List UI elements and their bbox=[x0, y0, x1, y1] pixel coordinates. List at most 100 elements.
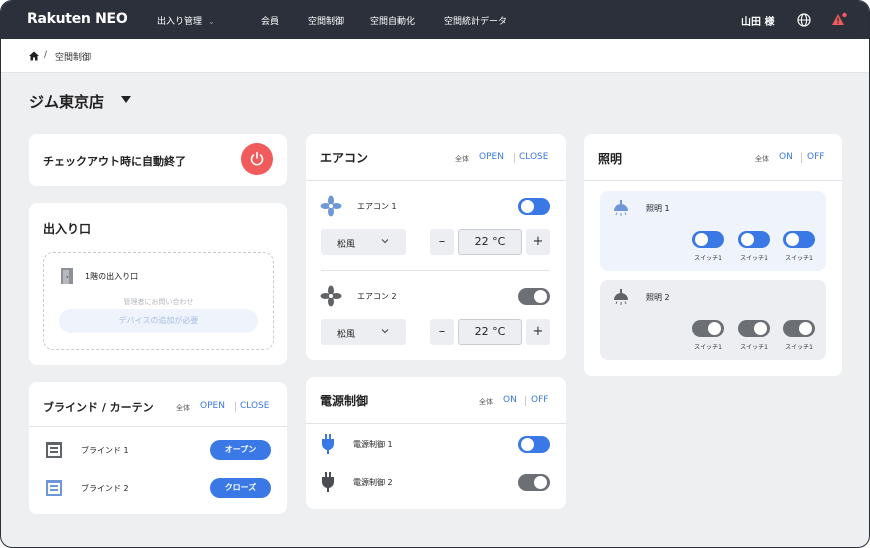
light-1-switch-3-toggle[interactable] bbox=[783, 231, 815, 248]
nav-item-access[interactable]: 出入り管理 ⌄ bbox=[157, 14, 215, 27]
home-icon[interactable] bbox=[29, 51, 39, 61]
chevron-down-icon: ⌄ bbox=[208, 17, 215, 26]
lamp-icon bbox=[614, 289, 628, 305]
aircon-1-temp-minus-button[interactable]: – bbox=[430, 229, 454, 255]
aircon-open-all-link[interactable]: OPEN bbox=[479, 152, 504, 162]
nav-item-label: 出入り管理 bbox=[157, 17, 203, 27]
aircon-title: エアコン bbox=[320, 151, 369, 165]
toggle-knob bbox=[786, 233, 799, 246]
lighting-all-label: 全体 bbox=[755, 155, 769, 163]
door-icon bbox=[61, 268, 73, 284]
plug-icon bbox=[322, 472, 334, 492]
power-icon bbox=[250, 151, 264, 166]
nav-item-space-control[interactable]: 空間制御 bbox=[308, 14, 344, 27]
chevron-down-icon bbox=[381, 239, 389, 244]
checkout-label: チェックアウト時に自動終了 bbox=[43, 155, 186, 168]
blinds-all-label: 全体 bbox=[176, 404, 190, 412]
door-label: 1階の出入り口 bbox=[85, 272, 139, 281]
add-device-button: デバイスの追加が必要 bbox=[59, 309, 258, 333]
aircon-2-temp-minus-button[interactable]: – bbox=[430, 319, 454, 345]
logo: Rakuten NEO bbox=[27, 11, 128, 27]
select-value: 松風 bbox=[337, 240, 356, 250]
entrance-title: 出入り口 bbox=[43, 222, 92, 236]
toggle-knob bbox=[741, 233, 754, 246]
power-2-label: 電源制御 2 bbox=[353, 478, 393, 487]
aircon-2-label: エアコン 2 bbox=[357, 292, 397, 301]
toggle-knob bbox=[534, 290, 547, 303]
aircon-1-mode-select[interactable]: 松風 bbox=[321, 229, 406, 255]
toggle-knob bbox=[695, 233, 708, 246]
light-1-switch-2-toggle[interactable] bbox=[738, 231, 770, 248]
aircon-all-label: 全体 bbox=[455, 155, 469, 163]
power-1-label: 電源制御 1 bbox=[353, 440, 393, 449]
aircon-1-temp-plus-button[interactable]: + bbox=[526, 229, 550, 255]
store-dropdown-caret-icon[interactable] bbox=[121, 96, 131, 103]
blind-2-label: ブラインド 2 bbox=[81, 484, 129, 493]
fan-icon bbox=[320, 285, 342, 307]
power-all-label: 全体 bbox=[479, 398, 493, 406]
divider bbox=[525, 396, 526, 406]
lighting-off-all-link[interactable]: OFF bbox=[807, 152, 824, 162]
power-1-toggle[interactable] bbox=[518, 436, 550, 453]
nav-item-space-automation[interactable]: 空間自動化 bbox=[370, 14, 415, 27]
switch-label: スイッチ1 bbox=[740, 255, 768, 262]
divider bbox=[584, 180, 842, 181]
blinds-close-all-link[interactable]: CLOSE bbox=[240, 401, 269, 411]
light-1-switch-1-toggle[interactable] bbox=[692, 231, 724, 248]
light-2-switch-2-toggle[interactable] bbox=[738, 320, 770, 337]
power-title: 電源制御 bbox=[320, 394, 369, 408]
aircon-1-label: エアコン 1 bbox=[357, 202, 397, 211]
aircon-1-temp-input[interactable]: 22 °C bbox=[458, 229, 522, 255]
toggle-knob bbox=[708, 322, 721, 335]
toggle-knob bbox=[521, 438, 534, 451]
select-value: 松風 bbox=[337, 330, 356, 340]
toggle-knob bbox=[534, 476, 547, 489]
lighting-on-all-link[interactable]: ON bbox=[779, 152, 793, 162]
aircon-close-all-link[interactable]: CLOSE bbox=[519, 152, 548, 162]
breadcrumb-separator: / bbox=[44, 50, 48, 60]
chevron-down-icon bbox=[381, 329, 389, 334]
auto-off-power-button[interactable] bbox=[241, 143, 273, 175]
app-window: Rakuten NEO 出入り管理 ⌄ 会員 空間制御 空間自動化 空間統計データ… bbox=[0, 0, 870, 548]
breadcrumb-current: 空間制御 bbox=[55, 53, 92, 63]
globe-icon[interactable] bbox=[797, 13, 811, 27]
top-nav-bar: Rakuten NEO 出入り管理 ⌄ 会員 空間制御 空間自動化 空間統計データ… bbox=[1, 1, 869, 39]
alert-icon[interactable] bbox=[831, 12, 847, 28]
blind-2-close-button[interactable]: クローズ bbox=[210, 478, 271, 498]
lighting-title: 照明 bbox=[598, 152, 623, 166]
switch-label: スイッチ1 bbox=[694, 255, 722, 262]
aircon-2-toggle[interactable] bbox=[518, 288, 550, 305]
blind-icon bbox=[46, 480, 62, 496]
divider bbox=[321, 270, 550, 271]
light-1-label: 照明 1 bbox=[646, 204, 670, 213]
light-2-switch-3-toggle[interactable] bbox=[783, 320, 815, 337]
blind-1-label: ブラインド 1 bbox=[81, 446, 129, 455]
breadcrumb: / 空間制御 bbox=[1, 39, 869, 73]
power-off-all-link[interactable]: OFF bbox=[531, 395, 548, 405]
divider bbox=[235, 402, 236, 412]
divider bbox=[29, 426, 287, 427]
aircon-2-temp-input[interactable]: 22 °C bbox=[458, 319, 522, 345]
plug-icon bbox=[322, 434, 334, 454]
divider bbox=[801, 153, 802, 163]
aircon-1-toggle[interactable] bbox=[518, 198, 550, 215]
nav-item-members[interactable]: 会員 bbox=[261, 14, 279, 27]
aircon-2-mode-select[interactable]: 松風 bbox=[321, 319, 406, 345]
blind-icon bbox=[46, 442, 62, 458]
light-2-switch-1-toggle[interactable] bbox=[692, 320, 724, 337]
light-2-label: 照明 2 bbox=[646, 293, 670, 302]
power-on-all-link[interactable]: ON bbox=[503, 395, 517, 405]
blinds-open-all-link[interactable]: OPEN bbox=[200, 401, 225, 411]
fan-icon bbox=[320, 195, 342, 217]
power-2-toggle[interactable] bbox=[518, 474, 550, 491]
switch-label: スイッチ1 bbox=[740, 344, 768, 351]
toggle-knob bbox=[799, 322, 812, 335]
divider bbox=[306, 423, 566, 424]
blind-1-open-button[interactable]: オープン bbox=[210, 440, 271, 460]
contact-admin-text: 管理者にお問い合わせ bbox=[123, 298, 194, 306]
lamp-icon bbox=[614, 200, 628, 216]
user-name[interactable]: 山田 様 bbox=[741, 13, 774, 28]
nav-item-space-stats[interactable]: 空間統計データ bbox=[444, 14, 507, 27]
aircon-2-temp-plus-button[interactable]: + bbox=[526, 319, 550, 345]
divider bbox=[306, 180, 566, 181]
